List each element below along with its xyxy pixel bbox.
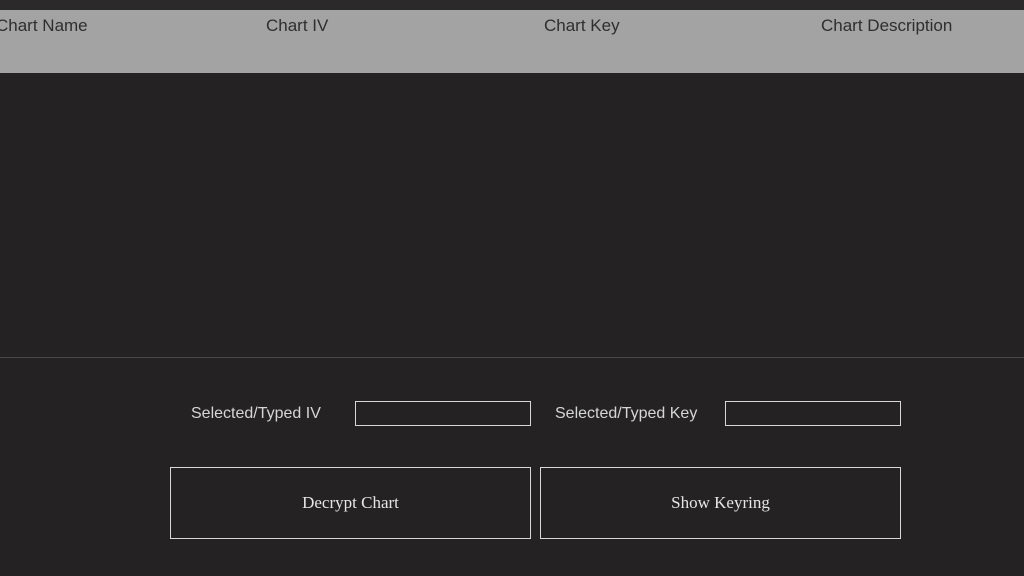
column-header-chart-key[interactable]: Chart Key — [544, 16, 620, 36]
decrypt-chart-button-label: Decrypt Chart — [302, 493, 399, 512]
key-label: Selected/Typed Key — [555, 405, 698, 422]
decrypt-chart-button[interactable]: Decrypt Chart — [170, 467, 531, 539]
iv-input[interactable] — [355, 401, 531, 426]
table-body[interactable] — [0, 73, 1024, 357]
show-keyring-button[interactable]: Show Keyring — [540, 467, 901, 539]
column-header-chart-name[interactable]: Chart Name — [0, 16, 88, 36]
window-top-strip — [0, 0, 1024, 10]
column-header-chart-description[interactable]: Chart Description — [821, 16, 952, 36]
column-header-chart-iv[interactable]: Chart IV — [266, 16, 328, 36]
table-header: Chart Name Chart IV Chart Key Chart Desc… — [0, 10, 1024, 73]
charts-table[interactable]: Chart Name Chart IV Chart Key Chart Desc… — [0, 10, 1024, 357]
decrypt-panel: Selected/Typed IV Selected/Typed Key Dec… — [0, 358, 1024, 576]
show-keyring-button-label: Show Keyring — [671, 493, 770, 512]
iv-label: Selected/Typed IV — [191, 405, 321, 422]
key-input[interactable] — [725, 401, 901, 426]
